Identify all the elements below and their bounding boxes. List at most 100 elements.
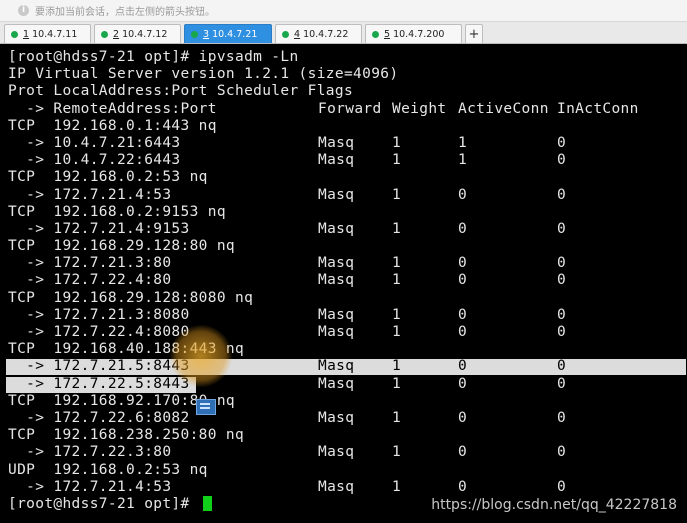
line-text: -> 172.7.21.4:53 [8,478,172,495]
forward-cell: Masq [318,478,355,495]
active-conn-cell: 0 [458,478,468,495]
active-conn-cell: 0 [458,358,468,375]
forward-cell: Masq [318,186,355,203]
weight-cell: 1 [392,409,402,426]
inact-conn-cell: 0 [557,324,567,340]
active-conn-cell: 1 [458,152,468,169]
active-conn-cell: 0 [458,255,468,272]
active-conn-cell: 0 [458,186,468,203]
tab-session-1[interactable]: 1 10.4.7.11 [4,24,91,43]
weight-cell: 1 [392,134,402,151]
terminal-row: -> RemoteAddress:Port Forward Weight Active… [8,101,687,118]
active-conn-cell: 0 [458,375,468,392]
line-text: -> 172.7.21.4:9153 [8,220,190,237]
line-text: -> 172.7.21.3:8080 [8,306,190,323]
active-conn-cell: 1 [458,134,468,151]
forward-cell: Masq [318,375,355,392]
line-text: -> RemoteAddress:Port [8,100,217,117]
tab-label: 10.4.7.11 [29,28,78,40]
terminal-line: TCP 192.168.29.128:80 nq [8,238,687,255]
line-text: [root@hdss7-21 opt]# ipvsadm -Ln [8,49,299,65]
forward-cell: Forward [318,100,382,117]
active-conn-cell: 0 [458,306,468,323]
terminal-line: TCP 192.168.0.2:9153 nq [8,204,687,221]
session-hint-text: 要添加当前会话，点击左侧的箭头按钮。 [35,7,215,18]
inact-conn-cell: 0 [557,306,567,323]
line-text: TCP 192.168.0.1:443 nq [8,117,217,134]
line-text: TCP 192.168.29.128:8080 nq [8,289,254,306]
weight-cell: 1 [392,186,402,203]
tab-label: 10.4.7.12 [119,28,168,40]
weight-cell: 1 [392,478,402,495]
weight-cell: 1 [392,272,402,289]
terminal-line: TCP 192.168.29.128:8080 nq [8,290,687,307]
line-text: TCP 192.168.238.250:80 nq [8,427,245,444]
line-text: -> 172.7.22.4:80 [8,272,172,289]
weight-cell: 1 [392,324,402,340]
line-text: -> 172.7.22.4:8080 [8,324,190,340]
line-text: UDP 192.168.0.2:53 nq [8,461,208,478]
forward-cell: Masq [318,444,355,461]
line-text: -> 172.7.22.3:80 [8,444,172,461]
inact-conn-cell: 0 [557,220,567,237]
forward-cell: Masq [318,134,355,151]
terminal-row: -> 10.4.7.22:6443 Masq 1 1 0 [8,152,687,169]
line-text: -> 172.7.22.6:8082 [8,409,190,426]
line-text: TCP 192.168.0.2:9153 nq [8,203,226,220]
tab-session-3[interactable]: 3 10.4.7.21 [184,24,272,43]
terminal-row: -> 172.7.21.4:53 Masq 1 0 0 [8,479,687,496]
terminal-line: IP Virtual Server version 1.2.1 (size=40… [8,66,687,83]
terminal-line: TCP 192.168.0.1:443 nq [8,118,687,135]
tab-session-4[interactable]: 4 10.4.7.22 [275,24,362,43]
add-tab-button[interactable]: + [465,24,483,43]
line-text: -> 172.7.22.5:8443 [8,375,190,392]
weight-cell: 1 [392,444,402,461]
active-conn-cell: 0 [458,444,468,461]
connected-status-icon [11,30,18,38]
active-conn-cell: 0 [458,409,468,426]
prompt-text: [root@hdss7-21 opt]# [8,495,199,512]
terminal-line: UDP 192.168.0.2:53 nq [8,462,687,479]
floating-window-icon[interactable] [196,399,216,415]
terminal-line: TCP 192.168.0.2:53 nq [8,169,687,186]
session-tab-bar: 1 10.4.7.11 2 10.4.7.12 3 10.4.7.21 4 10… [0,22,687,44]
terminal-row: -> 172.7.21.5:8443 Masq 1 0 0 [6,358,687,376]
line-text: -> 10.4.7.21:6443 [8,134,181,151]
forward-cell: Masq [318,152,355,169]
terminal-row: -> 172.7.22.3:80 Masq 1 0 0 [8,444,687,461]
connected-status-icon [282,30,289,38]
forward-cell: Masq [318,324,355,340]
inact-conn-cell: 0 [557,186,567,203]
terminal-line: TCP 192.168.40.188:443 nq [8,341,687,358]
forward-cell: Masq [318,220,355,237]
weight-cell: 1 [392,358,402,375]
terminal-line: TCP 192.168.238.250:80 nq [8,427,687,444]
terminal-line: Prot LocalAddress:Port Scheduler Flags [8,83,687,100]
weight-cell: Weight [392,100,447,117]
weight-cell: 1 [392,306,402,323]
weight-cell: 1 [392,152,402,169]
active-conn-cell: 0 [458,220,468,237]
terminal-line: TCP 192.168.92.170:80 nq [8,393,687,410]
active-conn-cell: 0 [458,272,468,289]
line-text: -> 172.7.21.4:53 [8,186,172,203]
watermark: https://blog.csdn.net/qq_42227818 [431,497,677,513]
text-cursor [202,495,212,511]
inact-conn-cell: 0 [557,375,567,392]
line-text: Prot LocalAddress:Port Scheduler Flags [8,83,354,100]
session-hint-bar: i 要添加当前会话，点击左侧的箭头按钮。 [0,0,687,22]
terminal-row: -> 172.7.22.5:8443 Masq 1 0 0 [6,375,687,393]
tab-session-5[interactable]: 5 10.4.7.200 [365,24,462,43]
line-text: [root@hdss7-21 opt]# [8,495,212,513]
connected-status-icon [101,30,108,38]
inact-conn-cell: 0 [557,152,567,169]
tab-session-2[interactable]: 2 10.4.7.12 [94,24,181,43]
tab-label: 10.4.7.200 [390,28,445,40]
active-conn-cell: ActiveConn [458,100,549,117]
terminal-output[interactable]: [root@hdss7-21 opt]# ipvsadm -Ln IP Virtu… [6,49,687,523]
inact-conn-cell: 0 [557,409,567,426]
forward-cell: Masq [318,272,355,289]
forward-cell: Masq [318,409,355,426]
inact-conn-cell: 0 [557,478,567,495]
line-text: TCP 192.168.40.188:443 nq [8,341,245,358]
